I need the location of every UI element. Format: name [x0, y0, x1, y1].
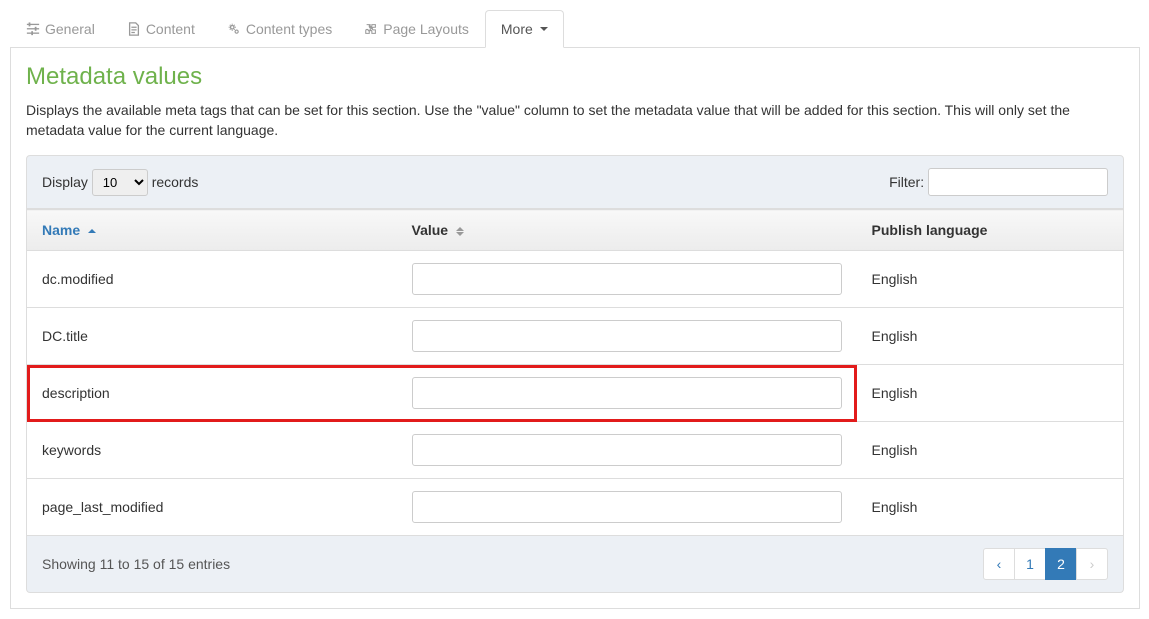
value-input[interactable]: [412, 491, 842, 523]
cell-name: keywords: [27, 422, 397, 479]
cell-value: [397, 479, 857, 536]
tab-more[interactable]: More: [485, 10, 564, 48]
cell-language: English: [857, 365, 1124, 422]
filter-control: Filter:: [889, 168, 1108, 196]
cell-value: [397, 365, 857, 422]
cell-name: DC.title: [27, 308, 397, 365]
pagination-link[interactable]: ‹: [983, 548, 1015, 580]
display-label-after: records: [152, 174, 199, 190]
cell-language: English: [857, 422, 1124, 479]
sliders-icon: [26, 22, 40, 36]
column-header-language: Publish language: [857, 210, 1124, 251]
pagination-page[interactable]: 1: [1015, 548, 1046, 580]
column-label: Value: [412, 222, 449, 238]
page-description: Displays the available meta tags that ca…: [26, 101, 1124, 140]
column-header-name[interactable]: Name: [27, 210, 397, 251]
cell-name: page_last_modified: [27, 479, 397, 536]
display-length-select[interactable]: 102550100: [92, 169, 148, 196]
document-icon: [127, 22, 141, 36]
display-label-before: Display: [42, 174, 88, 190]
pagination-link[interactable]: 1: [1014, 548, 1046, 580]
table-row: DC.title English: [27, 308, 1124, 365]
metadata-table: Name Value Publish language dc.modified E…: [26, 209, 1124, 536]
cell-value: [397, 308, 857, 365]
sort-asc-icon: [88, 229, 96, 233]
cell-name: dc.modified: [27, 251, 397, 308]
column-label: Name: [42, 222, 80, 238]
pagination-page[interactable]: 2: [1046, 548, 1077, 580]
table-row: description English: [27, 365, 1124, 422]
table-row: keywords English: [27, 422, 1124, 479]
gears-icon: [227, 22, 241, 36]
table-row: dc.modified English: [27, 251, 1124, 308]
table-controls: Display 102550100 records Filter:: [26, 155, 1124, 209]
column-header-value[interactable]: Value: [397, 210, 857, 251]
display-length-control: Display 102550100 records: [42, 169, 198, 196]
pagination-prev[interactable]: ‹: [984, 548, 1015, 580]
caret-down-icon: [540, 27, 548, 31]
column-label: Publish language: [872, 222, 988, 238]
tab-panel: Metadata values Displays the available m…: [10, 48, 1140, 609]
cell-language: English: [857, 308, 1124, 365]
tab-label: Page Layouts: [383, 21, 469, 37]
sort-icon: [456, 227, 464, 236]
tab-page-layouts[interactable]: Page Layouts: [348, 10, 485, 48]
cell-language: English: [857, 251, 1124, 308]
tab-label: General: [45, 21, 95, 37]
table-footer: Showing 11 to 15 of 15 entries ‹12›: [26, 536, 1124, 593]
cell-value: [397, 251, 857, 308]
tab-content-types[interactable]: Content types: [211, 10, 348, 48]
table-row: page_last_modified English: [27, 479, 1124, 536]
puzzle-icon: [364, 22, 378, 36]
pagination-link[interactable]: ›: [1076, 548, 1108, 580]
tab-label: Content types: [246, 21, 332, 37]
filter-input[interactable]: [928, 168, 1108, 196]
pagination: ‹12›: [984, 548, 1108, 580]
cell-name: description: [27, 365, 397, 422]
value-input[interactable]: [412, 434, 842, 466]
cell-language: English: [857, 479, 1124, 536]
value-input[interactable]: [412, 377, 842, 409]
filter-label: Filter:: [889, 174, 924, 190]
value-input[interactable]: [412, 263, 842, 295]
table-info: Showing 11 to 15 of 15 entries: [42, 556, 230, 572]
pagination-next[interactable]: ›: [1077, 548, 1108, 580]
tab-label: More: [501, 21, 533, 37]
nav-tabs: General Content Content types Page Layou…: [10, 10, 1140, 48]
page-title: Metadata values: [26, 63, 1124, 91]
tab-label: Content: [146, 21, 195, 37]
tab-content[interactable]: Content: [111, 10, 211, 48]
cell-value: [397, 422, 857, 479]
value-input[interactable]: [412, 320, 842, 352]
tab-general[interactable]: General: [10, 10, 111, 48]
pagination-link[interactable]: 2: [1045, 548, 1077, 580]
